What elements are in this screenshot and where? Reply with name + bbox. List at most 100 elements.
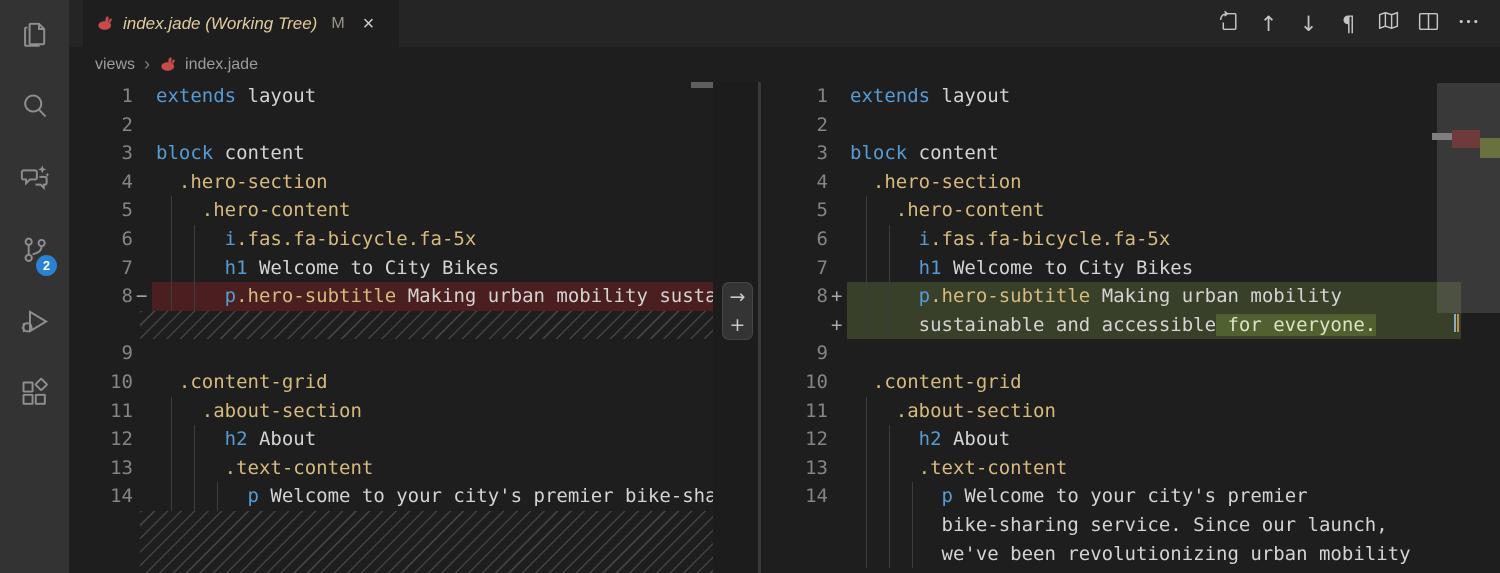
line-number-gutter: + <box>831 313 843 336</box>
open-file-icon <box>1216 9 1241 39</box>
pug-icon <box>96 14 115 33</box>
code-line[interactable]: 11 .about-section <box>69 396 713 426</box>
code-line[interactable]: 5 .hero-content <box>69 196 713 225</box>
activity-bar-item-run-debug[interactable] <box>0 288 69 360</box>
code-line-content: .text-content <box>847 453 1500 483</box>
code-line[interactable]: 12 h2 About <box>763 425 1500 454</box>
code-line-content: p.hero-subtitle Making urban mobility <box>847 282 1500 311</box>
git-modified-badge: M <box>331 14 345 32</box>
tab-bar: index.jade (Working Tree) M × ↑ ↓ ¶ <box>69 0 1500 47</box>
previous-change-button[interactable]: ↑ <box>1255 10 1282 37</box>
revert-arrow-icon: → <box>729 286 746 308</box>
search-icon <box>19 90 50 126</box>
vscode-window: 2 index.jade (Working Tree) M × ↑ ↓ ¶ view… <box>0 0 1500 573</box>
original-editor[interactable]: 1 extends layout 2 3 block content 4 .hero-se… <box>69 82 713 573</box>
code-line-content: .content-grid <box>152 368 713 397</box>
line-number-gutter: 11 <box>110 399 133 422</box>
code-line[interactable]: 6 i.fas.fa-bicycle.fa-5x <box>69 224 713 254</box>
modified-editor[interactable]: 1 extends layout 2 3 block content 4 .hero-se… <box>763 82 1500 573</box>
line-number-gutter: 9 <box>816 342 828 365</box>
line-number-gutter: 4 <box>121 170 133 193</box>
code-line-content: bike-sharing service. Since our launch, <box>847 510 1500 540</box>
map-button[interactable] <box>1375 10 1402 37</box>
code-line[interactable]: 8 + p.hero-subtitle Making urban mobility <box>763 282 1500 311</box>
line-number-gutter: 11 <box>805 399 828 422</box>
activity-bar-item-explorer[interactable] <box>0 0 69 72</box>
code-line-content: .hero-content <box>152 196 713 225</box>
code-line[interactable]: 4 .hero-section <box>763 168 1500 197</box>
line-number-gutter: 5 <box>816 199 828 222</box>
code-line-content: .text-content <box>152 453 713 483</box>
line-number-gutter: 13 <box>805 456 828 479</box>
minimap-text-fragment <box>1454 314 1456 332</box>
line-number-gutter: 5 <box>121 199 133 222</box>
map-icon <box>1376 9 1401 39</box>
pug-icon <box>159 55 178 74</box>
editor-group: index.jade (Working Tree) M × ↑ ↓ ¶ views … <box>69 0 1500 573</box>
code-line[interactable]: 3 block content <box>763 139 1500 168</box>
code-line-content: .hero-section <box>847 168 1500 197</box>
line-number-gutter: 10 <box>110 370 133 393</box>
activity-bar-item-extensions[interactable] <box>0 360 69 432</box>
editor-toolbar: ↑ ↓ ¶ <box>1215 0 1500 47</box>
code-line[interactable]: 9 <box>69 339 713 368</box>
revert-arrow-button[interactable]: → <box>723 283 752 311</box>
code-line-content: .about-section <box>847 396 1500 426</box>
scrollbar-thumb[interactable] <box>691 82 713 88</box>
diff-filler-row <box>69 310 713 340</box>
code-line[interactable]: 9 <box>763 339 1500 368</box>
tab-index-jade-working-tree[interactable]: index.jade (Working Tree) M × <box>83 0 399 47</box>
code-line[interactable]: 14 p Welcome to your city's premier <box>763 482 1500 511</box>
code-line[interactable]: 7 h1 Welcome to City Bikes <box>69 253 713 283</box>
code-line-content: extends layout <box>850 85 1011 107</box>
code-line-content <box>847 111 1500 140</box>
more-actions-button[interactable] <box>1455 10 1482 37</box>
code-line[interactable]: + sustainable and accessible for everyon… <box>763 310 1500 340</box>
activity-bar-item-source-control[interactable]: 2 <box>0 216 69 288</box>
code-line[interactable]: 3 block content <box>69 139 713 168</box>
next-change-button[interactable]: ↓ <box>1295 10 1322 37</box>
code-line[interactable]: 1 extends layout <box>69 82 713 111</box>
breadcrumb-file[interactable]: index.jade <box>185 56 258 74</box>
code-line[interactable]: 10 .content-grid <box>69 368 713 397</box>
code-line[interactable]: 11 .about-section <box>763 396 1500 426</box>
line-number-gutter: 12 <box>110 428 133 451</box>
activity-bar-item-search[interactable] <box>0 72 69 144</box>
code-line-content: .about-section <box>152 396 713 426</box>
minimap-slider[interactable] <box>1437 83 1500 313</box>
open-file-button[interactable] <box>1215 10 1242 37</box>
code-line[interactable]: 10 .content-grid <box>763 368 1500 397</box>
line-number-gutter: 1 <box>121 85 133 107</box>
code-line[interactable]: 5 .hero-content <box>763 196 1500 225</box>
code-line[interactable]: bike-sharing service. Since our launch, <box>763 510 1500 540</box>
whitespace-pilcrow-button[interactable]: ¶ <box>1335 10 1362 37</box>
stage-plus-button[interactable]: + <box>723 311 752 339</box>
breadcrumb-folder[interactable]: views <box>95 56 135 74</box>
code-line[interactable]: 1 extends layout <box>763 82 1500 111</box>
code-line-content: p Welcome to your city's premier bike-sh… <box>152 482 713 511</box>
chat-icon <box>19 162 50 198</box>
close-icon[interactable]: × <box>363 14 375 34</box>
code-line[interactable]: 2 <box>763 111 1500 140</box>
code-line[interactable]: 7 h1 Welcome to City Bikes <box>763 253 1500 283</box>
sash[interactable] <box>758 82 761 573</box>
code-line[interactable]: we've been revolutionizing urban mobilit… <box>763 539 1500 569</box>
split-editor-button[interactable] <box>1415 10 1442 37</box>
code-line-content: block content <box>850 142 999 165</box>
code-line-content <box>152 111 713 140</box>
split-editor-icon <box>1416 9 1441 39</box>
code-line[interactable]: 14 p Welcome to your city's premier bike… <box>69 482 713 511</box>
code-line[interactable]: 13 .text-content <box>69 453 713 483</box>
code-line[interactable]: 8− p.hero-subtitle Making urban mobility… <box>69 282 713 311</box>
code-line[interactable]: 4 .hero-section <box>69 168 713 197</box>
line-number-gutter: 12 <box>805 428 828 451</box>
code-line-content <box>847 339 1500 368</box>
minimap[interactable] <box>1432 82 1500 573</box>
diff-action-buttons: → + <box>722 282 753 340</box>
code-line[interactable]: 2 <box>69 111 713 140</box>
code-line[interactable]: 13 .text-content <box>763 453 1500 483</box>
code-line[interactable]: 6 i.fas.fa-bicycle.fa-5x <box>763 224 1500 254</box>
code-line-content: .hero-content <box>847 196 1500 225</box>
activity-bar-item-chat[interactable] <box>0 144 69 216</box>
code-line[interactable]: 12 h2 About <box>69 425 713 454</box>
